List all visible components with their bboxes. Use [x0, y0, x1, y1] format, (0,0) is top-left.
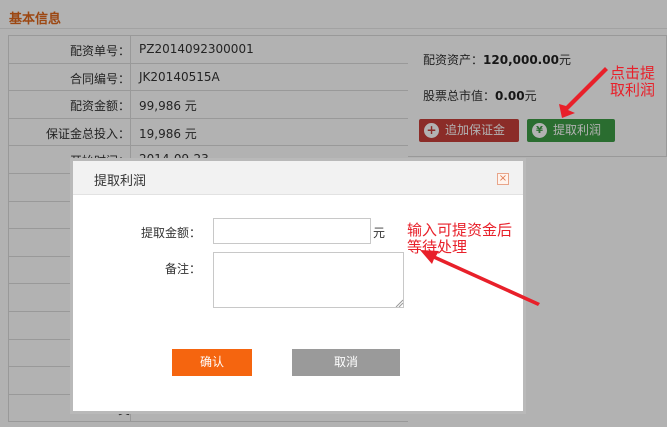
amount-input[interactable]	[213, 218, 371, 244]
amount-label: 提取金额：	[140, 226, 201, 240]
confirm-button[interactable]: 确认	[172, 349, 252, 376]
input-hint-line2: 等待处理	[407, 238, 468, 256]
withdraw-profit-dialog: 提取利润 × 提取金额： 元 备注： 确认 取消	[70, 158, 526, 414]
remark-label: 备注：	[164, 262, 201, 276]
close-icon[interactable]: ×	[497, 173, 509, 185]
remark-textarea[interactable]	[213, 252, 404, 308]
dialog-header: 提取利润 ×	[73, 161, 523, 195]
dialog-title: 提取利润	[94, 174, 147, 189]
amount-unit: 元	[373, 226, 386, 240]
cancel-button[interactable]: 取消	[292, 349, 400, 376]
click-hint-line2: 取利润	[610, 81, 656, 99]
click-hint-line1: 点击提	[610, 64, 656, 82]
input-hint-line1: 输入可提资金后	[407, 221, 513, 239]
resize-grip-icon[interactable]	[395, 299, 403, 307]
